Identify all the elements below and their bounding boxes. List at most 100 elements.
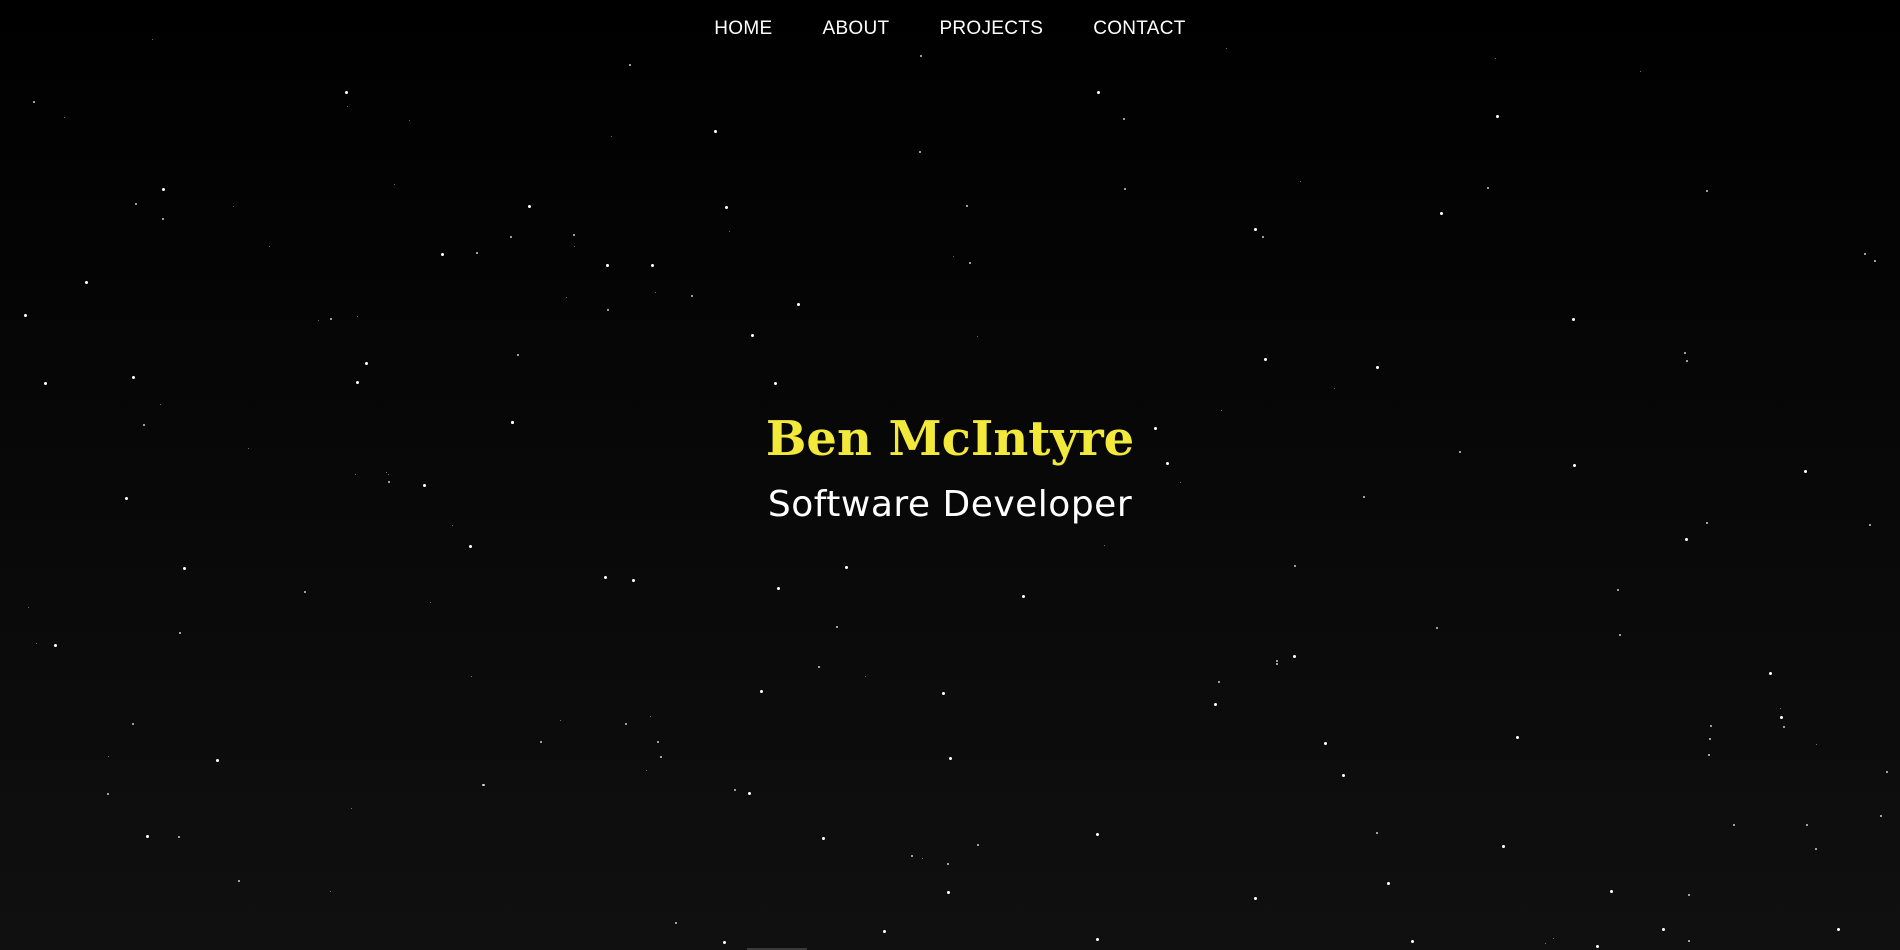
star xyxy=(1864,253,1866,255)
star xyxy=(1610,890,1613,893)
star xyxy=(1300,181,1301,182)
hero-section: HOME ABOUT PROJECTS CONTACT Ben McIntyre… xyxy=(0,0,1900,950)
star xyxy=(1411,940,1414,943)
star xyxy=(604,576,607,579)
star xyxy=(146,835,149,838)
star xyxy=(723,941,726,944)
star xyxy=(1496,115,1499,118)
star xyxy=(482,784,484,786)
star xyxy=(966,205,968,207)
star xyxy=(238,880,240,882)
star xyxy=(318,320,319,321)
star xyxy=(947,891,950,894)
star xyxy=(919,151,921,153)
star xyxy=(178,836,180,838)
star xyxy=(1709,738,1711,740)
star xyxy=(233,206,234,207)
star xyxy=(1096,833,1099,836)
star xyxy=(162,218,164,220)
star xyxy=(1123,118,1125,120)
star xyxy=(330,891,331,892)
star xyxy=(725,206,728,209)
star xyxy=(660,756,662,758)
star xyxy=(675,922,677,924)
star xyxy=(646,770,647,771)
star xyxy=(1688,894,1690,896)
star xyxy=(657,741,659,743)
star xyxy=(216,759,219,762)
star xyxy=(409,120,410,121)
star xyxy=(865,676,866,677)
star xyxy=(566,297,567,298)
star xyxy=(351,808,352,809)
star xyxy=(607,309,609,311)
star xyxy=(1276,663,1278,665)
star xyxy=(573,234,575,236)
star xyxy=(44,382,47,385)
star xyxy=(632,579,635,582)
star xyxy=(517,354,519,356)
star xyxy=(64,117,65,118)
star xyxy=(1254,897,1257,900)
star xyxy=(1619,634,1621,636)
star xyxy=(1264,358,1267,361)
star xyxy=(108,756,109,757)
star xyxy=(160,404,161,405)
star xyxy=(1376,366,1379,369)
star xyxy=(922,858,923,859)
star xyxy=(304,591,306,593)
star xyxy=(132,723,134,725)
star xyxy=(476,252,478,254)
star xyxy=(528,205,531,208)
star xyxy=(1783,726,1785,728)
nav-contact[interactable]: CONTACT xyxy=(1093,19,1186,38)
star xyxy=(1436,627,1438,629)
star xyxy=(510,236,512,238)
star xyxy=(953,256,954,257)
nav-about[interactable]: ABOUT xyxy=(822,19,889,38)
star xyxy=(1487,187,1489,189)
star xyxy=(911,855,913,857)
star xyxy=(1708,754,1710,756)
star xyxy=(347,106,348,107)
star xyxy=(540,741,542,743)
star xyxy=(977,336,978,337)
hero-role: Software Developer xyxy=(767,484,1133,525)
star xyxy=(1124,188,1126,190)
star xyxy=(836,626,838,628)
star xyxy=(574,246,575,247)
star xyxy=(1617,589,1619,591)
star xyxy=(655,292,656,293)
nav-projects[interactable]: PROJECTS xyxy=(939,19,1043,38)
star xyxy=(1816,744,1817,745)
star xyxy=(650,716,651,717)
star xyxy=(162,188,165,191)
star xyxy=(1706,190,1708,192)
star xyxy=(1104,545,1105,546)
star xyxy=(1342,774,1345,777)
star xyxy=(1214,703,1217,706)
star xyxy=(1769,672,1772,675)
star xyxy=(107,793,109,795)
star xyxy=(1806,824,1808,826)
star xyxy=(977,844,979,846)
star xyxy=(1334,388,1335,389)
star xyxy=(471,676,472,677)
star xyxy=(1710,725,1712,727)
star xyxy=(1516,736,1519,739)
hero-title-block: Ben McIntyre Software Developer xyxy=(0,408,1900,530)
star xyxy=(1733,824,1735,826)
star xyxy=(179,632,181,634)
star xyxy=(356,381,359,384)
star xyxy=(1096,938,1099,941)
nav-home[interactable]: HOME xyxy=(714,19,772,38)
star xyxy=(132,376,135,379)
star xyxy=(760,690,763,693)
star xyxy=(28,607,29,608)
star xyxy=(1685,538,1688,541)
star xyxy=(1815,848,1817,850)
star xyxy=(1440,212,1443,215)
star xyxy=(1262,236,1264,238)
star xyxy=(1545,943,1546,944)
star xyxy=(1387,882,1390,885)
